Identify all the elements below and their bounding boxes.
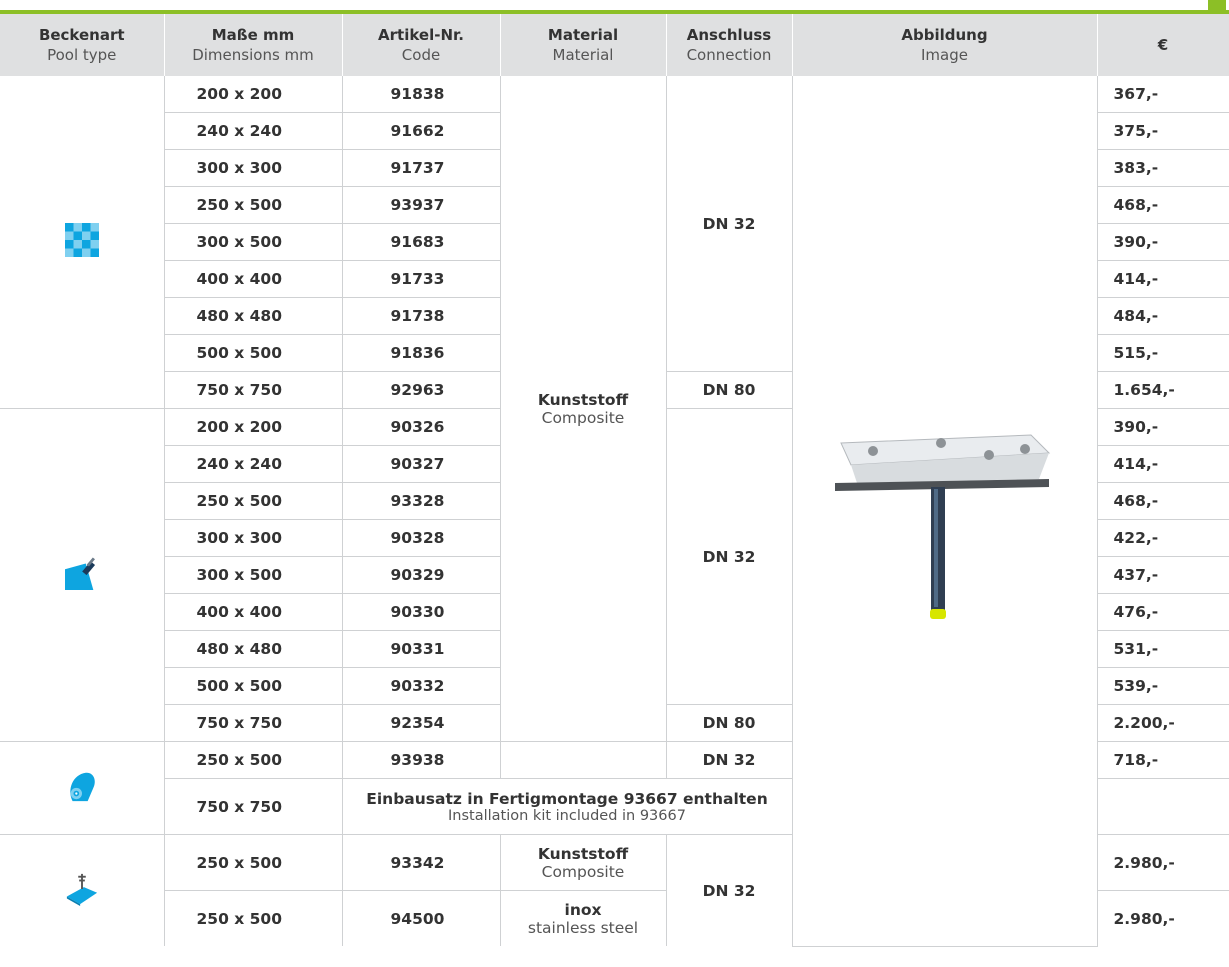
code-cell: 92354 xyxy=(342,704,501,742)
dimension-cell: 200 x 200 xyxy=(164,408,343,446)
code-cell: 90331 xyxy=(342,630,501,668)
dimension-cell: 300 x 300 xyxy=(164,519,343,557)
code-cell: 90328 xyxy=(342,519,501,557)
dimension-cell: 500 x 500 xyxy=(164,334,343,372)
code-cell: 91662 xyxy=(342,112,501,150)
code-cell: 90332 xyxy=(342,667,501,705)
code-cell: 93938 xyxy=(342,741,501,779)
code-cell: 92963 xyxy=(342,371,501,409)
dimension-cell: 400 x 400 xyxy=(164,593,343,631)
col-connection: Anschluss Connection xyxy=(666,14,793,76)
connection-cell: DN 32 xyxy=(666,408,793,705)
code-cell: 90330 xyxy=(342,593,501,631)
pool-type-cell xyxy=(0,408,165,742)
code-cell: 90326 xyxy=(342,408,501,446)
col-dimensions: Maße mm Dimensions mm xyxy=(164,14,343,76)
price-cell: 414,- xyxy=(1097,260,1229,298)
code-cell: 91838 xyxy=(342,76,501,113)
pool-type-cell xyxy=(0,834,165,946)
steel-pool-icon xyxy=(66,873,97,906)
price-cell: 484,- xyxy=(1097,297,1229,335)
code-cell: 91733 xyxy=(342,260,501,298)
price-cell: 476,- xyxy=(1097,593,1229,631)
price-cell: 539,- xyxy=(1097,667,1229,705)
dimension-cell: 750 x 750 xyxy=(164,371,343,409)
price-cell: 437,- xyxy=(1097,556,1229,594)
note-cell: Einbausatz in Fertigmontage 93667 enthal… xyxy=(342,778,793,835)
dimension-cell: 240 x 240 xyxy=(164,445,343,483)
code-cell: 93328 xyxy=(342,482,501,520)
tiled-pool-icon xyxy=(64,223,99,257)
col-code: Artikel-Nr. Code xyxy=(342,14,501,76)
price-table: Beckenart Pool type Maße mm Dimensions mm … xyxy=(0,14,1229,947)
dimension-cell: 200 x 200 xyxy=(164,76,343,113)
connection-cell: DN 80 xyxy=(666,371,793,409)
price-cell: 390,- xyxy=(1097,223,1229,261)
dimension-cell: 300 x 500 xyxy=(164,223,343,261)
price-cell: 383,- xyxy=(1097,149,1229,187)
price-cell: 375,- xyxy=(1097,112,1229,150)
dimension-cell: 250 x 500 xyxy=(164,890,343,946)
material-cell: inox stainless steel xyxy=(500,890,667,946)
dimension-cell: 750 x 750 xyxy=(164,778,343,835)
dimension-cell: 400 x 400 xyxy=(164,260,343,298)
dimension-cell: 480 x 480 xyxy=(164,630,343,668)
col-material: Material Material xyxy=(500,14,667,76)
connection-cell: DN 32 xyxy=(666,741,793,779)
price-cell: 367,- xyxy=(1097,76,1229,113)
price-cell: 718,- xyxy=(1097,741,1229,779)
material-cell: Kunststoff Composite xyxy=(500,834,667,891)
price-cell: 390,- xyxy=(1097,408,1229,446)
table-row: 200 x 200 91838 Kunststoff Composite DN 3… xyxy=(0,76,1229,947)
dimension-cell: 500 x 500 xyxy=(164,667,343,705)
material-empty-cell xyxy=(500,741,667,779)
connection-cell: DN 80 xyxy=(666,704,793,742)
price-cell: 515,- xyxy=(1097,334,1229,372)
image-cell xyxy=(792,76,1098,947)
price-cell: 468,- xyxy=(1097,186,1229,224)
dimension-cell: 300 x 500 xyxy=(164,556,343,594)
price-empty-cell xyxy=(1097,778,1229,835)
code-cell: 91737 xyxy=(342,149,501,187)
dimension-cell: 250 x 500 xyxy=(164,834,343,891)
dimension-cell: 250 x 500 xyxy=(164,741,343,779)
dimension-cell: 750 x 750 xyxy=(164,704,343,742)
foil-roll-pool-icon xyxy=(70,772,95,802)
price-cell: 468,- xyxy=(1097,482,1229,520)
code-cell: 93937 xyxy=(342,186,501,224)
dimension-cell: 480 x 480 xyxy=(164,297,343,335)
code-cell: 91738 xyxy=(342,297,501,335)
code-cell: 91683 xyxy=(342,223,501,261)
col-image: Abbildung Image xyxy=(792,14,1098,76)
price-cell: 414,- xyxy=(1097,445,1229,483)
connection-cell: DN 32 xyxy=(666,76,793,372)
connection-cell: DN 32 xyxy=(666,834,793,946)
price-cell: 422,- xyxy=(1097,519,1229,557)
dimension-cell: 250 x 500 xyxy=(164,186,343,224)
code-cell: 90329 xyxy=(342,556,501,594)
pool-type-cell xyxy=(0,741,165,835)
dimension-cell: 240 x 240 xyxy=(164,112,343,150)
code-cell: 94500 xyxy=(342,890,501,946)
price-cell: 1.654,- xyxy=(1097,371,1229,409)
price-cell: 2.980,- xyxy=(1097,834,1229,891)
skimmer-product-image xyxy=(834,434,1050,619)
col-price: € xyxy=(1097,14,1229,76)
col-pool-type: Beckenart Pool type xyxy=(0,14,165,76)
corner-tab xyxy=(1208,0,1226,12)
price-cell: 2.980,- xyxy=(1097,890,1229,946)
paint-brush-pool-icon xyxy=(64,557,95,590)
header-row: Beckenart Pool type Maße mm Dimensions mm … xyxy=(0,14,1229,76)
dimension-cell: 250 x 500 xyxy=(164,482,343,520)
dimension-cell: 300 x 300 xyxy=(164,149,343,187)
pool-type-cell xyxy=(0,76,165,409)
material-cell: Kunststoff Composite xyxy=(500,76,667,742)
code-cell: 90327 xyxy=(342,445,501,483)
code-cell: 93342 xyxy=(342,834,501,891)
code-cell: 91836 xyxy=(342,334,501,372)
price-cell: 531,- xyxy=(1097,630,1229,668)
price-cell: 2.200,- xyxy=(1097,704,1229,742)
